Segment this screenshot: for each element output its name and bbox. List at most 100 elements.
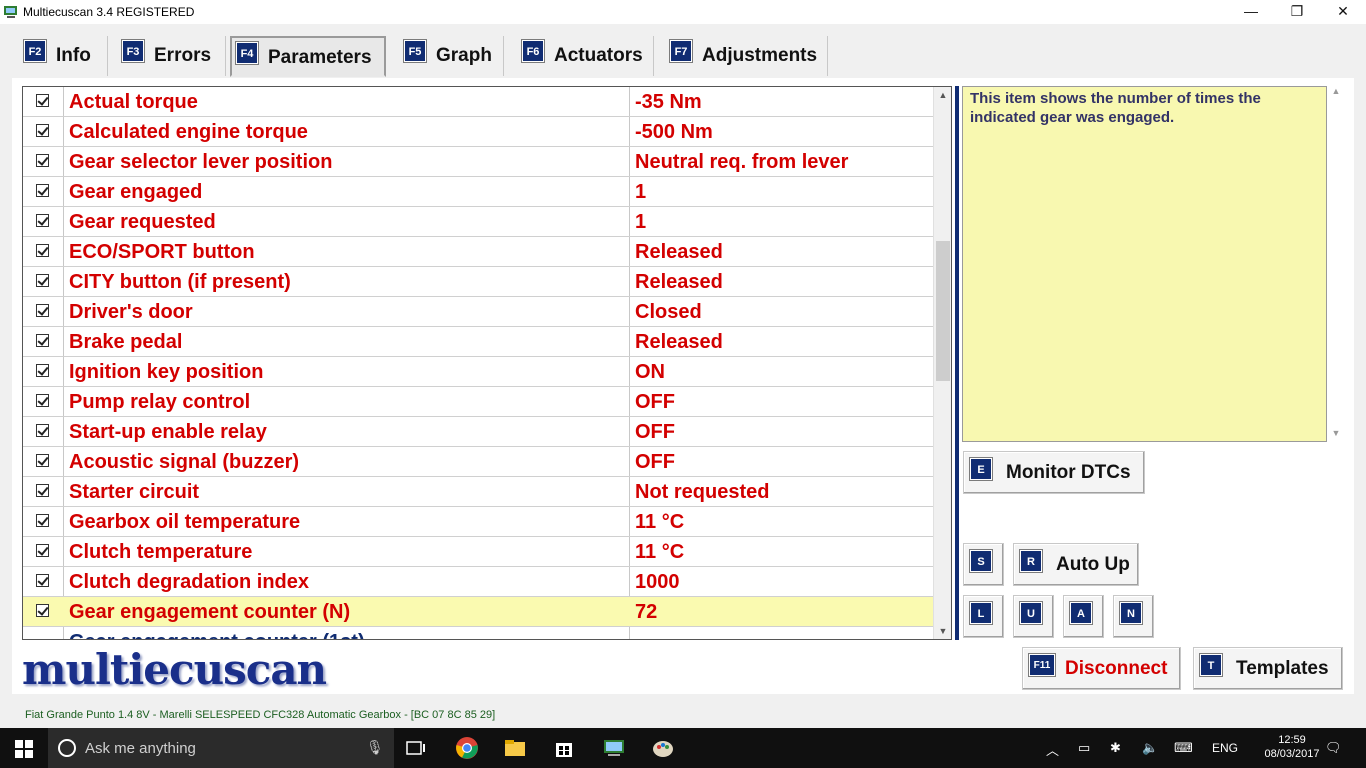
tab-graph[interactable]: F5 Graph xyxy=(400,36,504,76)
parameter-value: OFF xyxy=(635,391,675,413)
parameter-checkbox[interactable] xyxy=(36,484,49,497)
keyboard-icon[interactable]: ⌨ xyxy=(1174,740,1193,756)
l-button[interactable]: L xyxy=(963,595,1004,638)
clock-time: 12:59 xyxy=(1278,734,1306,746)
list-scrollbar[interactable]: ▲ ▼ xyxy=(933,87,951,639)
parameter-value: 11 °C xyxy=(635,511,685,533)
parameter-checkbox[interactable] xyxy=(36,574,49,587)
monitor-dtcs-button[interactable]: E Monitor DTCs xyxy=(963,451,1145,494)
disconnect-button[interactable]: F11 Disconnect xyxy=(1022,647,1181,690)
u-button[interactable]: U xyxy=(1013,595,1054,638)
parameter-checkbox[interactable] xyxy=(36,604,49,617)
cortana-search-box[interactable]: Ask me anything 🎙 xyxy=(48,728,394,768)
tab-errors[interactable]: F3 Errors xyxy=(118,36,226,76)
multiecuscan-taskbar-icon[interactable] xyxy=(602,736,626,760)
parameter-name: Actual torque xyxy=(69,91,198,113)
paint-icon[interactable] xyxy=(651,736,675,760)
s-key-icon: S xyxy=(969,549,993,573)
parameter-name: Gear engagement counter (N) xyxy=(69,601,351,623)
tab-actuators[interactable]: F6 Actuators xyxy=(518,36,654,76)
parameter-row[interactable]: CITY button (if present) Released xyxy=(23,267,933,297)
parameter-checkbox[interactable] xyxy=(36,274,49,287)
scroll-down-icon[interactable]: ▼ xyxy=(934,623,951,639)
minimize-button[interactable]: — xyxy=(1228,0,1274,24)
templates-label: Templates xyxy=(1236,658,1329,679)
parameter-row[interactable]: Ignition key position ON xyxy=(23,357,933,387)
parameter-checkbox[interactable] xyxy=(36,304,49,317)
close-button[interactable]: ✕ xyxy=(1320,0,1366,24)
parameter-row[interactable]: Pump relay control OFF xyxy=(23,387,933,417)
tab-bar: F2 Info F3 Errors F4 Parameters F5 Graph… xyxy=(0,24,1366,84)
scroll-up-icon[interactable]: ▲ xyxy=(934,87,951,103)
parameter-checkbox[interactable] xyxy=(36,184,49,197)
store-icon[interactable] xyxy=(552,736,576,760)
parameter-checkbox[interactable] xyxy=(36,214,49,227)
parameter-row[interactable]: Acoustic signal (buzzer) OFF xyxy=(23,447,933,477)
parameter-row[interactable]: Calculated engine torque -500 Nm xyxy=(23,117,933,147)
parameter-row[interactable]: Gear selector lever position Neutral req.… xyxy=(23,147,933,177)
wifi-icon[interactable]: ✱ xyxy=(1110,740,1121,756)
multiecuscan-logo: multiecuscan xyxy=(22,645,327,694)
parameter-row[interactable]: ECO/SPORT button Released xyxy=(23,237,933,267)
auto-up-button[interactable]: R Auto Up xyxy=(1013,543,1139,586)
parameter-row[interactable]: Clutch temperature 11 °C xyxy=(23,537,933,567)
parameter-checkbox[interactable] xyxy=(36,514,49,527)
parameter-name: Start-up enable relay xyxy=(69,421,267,443)
parameter-name: Ignition key position xyxy=(69,361,264,383)
parameter-name: CITY button (if present) xyxy=(69,271,291,293)
f4-key-icon: F4 xyxy=(235,41,259,65)
restore-button[interactable]: ❐ xyxy=(1274,0,1320,24)
parameter-list[interactable]: Actual torque -35 Nm Calculated engine tor… xyxy=(22,86,952,640)
e-key-icon: E xyxy=(969,457,993,481)
parameter-checkbox[interactable] xyxy=(36,154,49,167)
tab-info[interactable]: F2 Info xyxy=(20,36,108,76)
microphone-icon[interactable]: 🎙 xyxy=(366,739,384,756)
parameter-row[interactable]: Gear requested 1 xyxy=(23,207,933,237)
parameter-row[interactable]: Brake pedal Released xyxy=(23,327,933,357)
parameter-checkbox[interactable] xyxy=(36,124,49,137)
parameter-checkbox[interactable] xyxy=(36,544,49,557)
parameter-checkbox[interactable] xyxy=(36,454,49,467)
parameter-name: Calculated engine torque xyxy=(69,121,308,143)
show-hidden-icons-icon[interactable]: ︿ xyxy=(1046,740,1059,759)
help-scroll-up-icon[interactable]: ▲ xyxy=(1328,86,1344,100)
windows-start-icon[interactable] xyxy=(15,740,33,758)
parameter-name: Acoustic signal (buzzer) xyxy=(69,451,300,473)
panel-splitter[interactable] xyxy=(955,86,959,640)
tab-adjustments[interactable]: F7 Adjustments xyxy=(666,36,828,76)
clock[interactable]: 12:59 08/03/2017 xyxy=(1262,733,1322,761)
help-scroll-down-icon[interactable]: ▼ xyxy=(1328,428,1344,442)
s-button[interactable]: S xyxy=(963,543,1004,586)
parameter-row[interactable]: Gear engaged 1 xyxy=(23,177,933,207)
cortana-icon xyxy=(58,739,76,757)
help-scrollbar[interactable]: ▲ ▼ xyxy=(1328,86,1344,442)
battery-icon[interactable]: ▭ xyxy=(1078,740,1090,756)
parameter-value: Not requested xyxy=(635,481,770,503)
n-button[interactable]: N xyxy=(1113,595,1154,638)
parameter-row[interactable]: Gear engagement counter (N) 72 xyxy=(23,597,933,627)
windows-taskbar: Ask me anything 🎙 ︿ ▭ ✱ 🔈 ⌨ ENG 12:59 08… xyxy=(0,728,1366,768)
parameter-row[interactable]: Driver's door Closed xyxy=(23,297,933,327)
parameter-checkbox[interactable] xyxy=(36,394,49,407)
parameter-row[interactable]: Gearbox oil temperature 11 °C xyxy=(23,507,933,537)
chrome-icon[interactable] xyxy=(455,736,479,760)
parameter-row[interactable]: Actual torque -35 Nm xyxy=(23,87,933,117)
a-button[interactable]: A xyxy=(1063,595,1104,638)
status-bar: Fiat Grande Punto 1.4 8V - Marelli SELES… xyxy=(0,704,1366,728)
parameter-checkbox[interactable] xyxy=(36,424,49,437)
file-explorer-icon[interactable] xyxy=(503,736,527,760)
parameter-row[interactable]: Start-up enable relay OFF xyxy=(23,417,933,447)
task-view-icon[interactable] xyxy=(404,736,428,760)
action-center-icon[interactable]: 🗨 xyxy=(1325,740,1342,756)
volume-icon[interactable]: 🔈 xyxy=(1142,740,1158,756)
parameter-row[interactable]: Starter circuit Not requested xyxy=(23,477,933,507)
tab-parameters[interactable]: F4 Parameters xyxy=(230,36,386,77)
language-indicator[interactable]: ENG xyxy=(1212,741,1238,755)
parameter-checkbox[interactable] xyxy=(36,364,49,377)
templates-button[interactable]: T Templates xyxy=(1193,647,1343,690)
parameter-row[interactable]: Clutch degradation index 1000 xyxy=(23,567,933,597)
parameter-checkbox[interactable] xyxy=(36,244,49,257)
parameter-checkbox[interactable] xyxy=(36,94,49,107)
parameter-checkbox[interactable] xyxy=(36,334,49,347)
scroll-thumb[interactable] xyxy=(936,241,950,381)
